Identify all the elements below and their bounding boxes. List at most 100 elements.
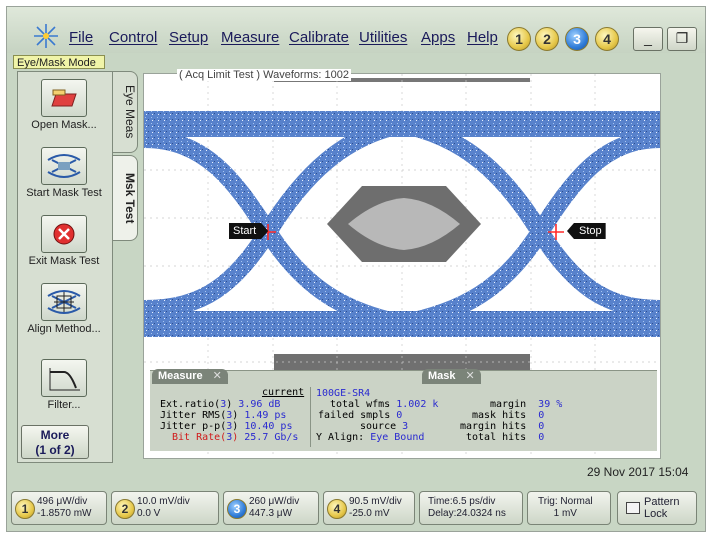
mask-row-total-hits: total hits 0 (466, 432, 544, 443)
mask-row-margin: margin 39 % (490, 399, 562, 410)
panel-divider (310, 387, 311, 447)
menu-file[interactable]: File (69, 29, 93, 46)
mask-eye-icon (41, 147, 87, 185)
meas-value: 1.49 ps (244, 410, 287, 421)
tab-mask-test[interactable]: Msk Test (113, 155, 138, 241)
trigger-settings[interactable]: Trig: Normal 1 mV (527, 491, 611, 525)
mask-name: 100GE-SR4 (316, 388, 371, 399)
mask-row-margin-hits: margin hits 0 (460, 421, 544, 432)
stop-marker[interactable]: Stop (567, 223, 606, 239)
meas-name: Jitter p-p( (160, 421, 227, 432)
meas-value: 3.96 dB (238, 399, 281, 410)
close-icon[interactable]: ✕ (213, 369, 222, 384)
meas-source: 3 (226, 421, 233, 432)
agilent-logo-icon (34, 24, 58, 48)
mask-value: 39 % (538, 399, 563, 410)
minimize-button[interactable]: _ (633, 27, 663, 51)
start-mask-test-button[interactable]: Start Mask Test (21, 147, 107, 199)
open-folder-icon (41, 79, 87, 117)
menu-apps[interactable]: Apps (421, 29, 455, 46)
exit-mask-test-button[interactable]: Exit Mask Test (21, 215, 107, 267)
display-title: ( Acq Limit Test ) Waveforms: 1002 (177, 69, 351, 81)
align-eye-icon (41, 283, 87, 321)
filter-response-icon (41, 359, 87, 397)
menu-setup[interactable]: Setup (169, 29, 208, 46)
meas-row-extratio[interactable]: Ext.ratio(3) 3.96 dB (160, 399, 280, 410)
ch4-offset: -25.0 mV (349, 508, 390, 519)
mask-label: total wfms (330, 399, 391, 410)
meas-row-jitter-rms[interactable]: Jitter RMS(3) 1.49 ps (160, 410, 286, 421)
channel-1-button[interactable]: 1 (507, 27, 531, 51)
mask-value: 0 (538, 432, 545, 443)
filter-button[interactable]: Filter... (21, 359, 107, 411)
close-icon[interactable]: ✕ (466, 369, 475, 384)
start-mask-test-label: Start Mask Test (26, 187, 102, 199)
meas-name: Bit Rate( (172, 432, 227, 443)
start-marker[interactable]: Start (229, 223, 269, 239)
mask-value: 1.002 k (396, 399, 439, 410)
meas-row-jitter-pp[interactable]: Jitter p-p(3) 10.40 ps (160, 421, 292, 432)
filter-label: Filter... (47, 399, 81, 411)
ch4-scale: 90.5 mV/div (349, 496, 402, 507)
channel-2-settings[interactable]: 2 10.0 mV/div 0.0 V (111, 491, 219, 525)
mask-label: Y Align: (316, 432, 365, 443)
mask-row-failed-smpls: failed smpls 0 (318, 410, 402, 421)
meas-name: Ext.ratio( (160, 399, 221, 410)
trig-level: 1 mV (553, 508, 577, 519)
tab-eye-meas[interactable]: Eye Meas (113, 71, 138, 153)
meas-source: 3 (226, 410, 233, 421)
mask-tab-label: Mask (428, 370, 456, 382)
exit-stop-icon (41, 215, 87, 253)
exit-mask-test-label: Exit Mask Test (28, 255, 100, 267)
mask-label: source (360, 421, 397, 432)
align-method-button[interactable]: Align Method... (21, 283, 107, 335)
timebase-settings[interactable]: Time:6.5 ps/div Delay:24.0324 ns (419, 491, 523, 525)
ch3-scale: 260 μW/div (249, 496, 300, 507)
mask-row-mask-hits: mask hits 0 (472, 410, 544, 421)
measure-panel: Measure ✕ Mask ✕ current Ext.ratio(3) 3.96… (150, 369, 657, 451)
open-mask-button[interactable]: Open Mask... (21, 79, 107, 131)
meas-name: Jitter RMS( (160, 410, 227, 421)
menu-utilities[interactable]: Utilities (359, 29, 407, 46)
measure-tab-label: Measure (158, 370, 203, 382)
lock-icon (626, 502, 640, 514)
channel-3-settings[interactable]: 3 260 μW/div 447.3 μW (223, 491, 319, 525)
mask-value: Eye Bound (370, 432, 425, 443)
menu-calibrate[interactable]: Calibrate (289, 29, 349, 46)
mask-label: failed smpls (318, 410, 391, 421)
channel-4-settings[interactable]: 4 90.5 mV/div -25.0 mV (323, 491, 415, 525)
meas-source: 3 (220, 399, 227, 410)
mask-row-y-align[interactable]: Y Align: Eye Bound (316, 432, 424, 443)
more-button[interactable]: More (1 of 2) (21, 425, 89, 459)
tab-measure[interactable]: Measure ✕ (152, 369, 228, 384)
channel-2-button[interactable]: 2 (535, 27, 559, 51)
datetime: 29 Nov 2017 15:04 (587, 465, 689, 479)
meas-source: 3 (226, 432, 233, 443)
ch1-scale: 496 μW/div (37, 496, 88, 507)
mask-label: margin hits (460, 421, 527, 432)
channel-3-button[interactable]: 3 (565, 27, 589, 51)
mask-row-source: source 3 (360, 421, 408, 432)
open-mask-label: Open Mask... (31, 119, 97, 131)
tab-mask[interactable]: Mask ✕ (422, 369, 481, 384)
time-delay: Delay:24.0324 ns (428, 508, 506, 519)
more-line1: More (40, 428, 70, 442)
mask-row-total-wfms: total wfms 1.002 k (330, 399, 438, 410)
time-scale: Time:6.5 ps/div (428, 496, 496, 507)
meas-row-bitrate[interactable]: Bit Rate(3) 25.7 Gb/s (172, 432, 298, 443)
pattern-lock-button[interactable]: Pattern Lock (617, 491, 697, 525)
channel-4-badge: 4 (327, 499, 347, 519)
channel-4-button[interactable]: 4 (595, 27, 619, 51)
meas-value: 10.40 ps (244, 421, 293, 432)
channel-1-badge: 1 (15, 499, 35, 519)
ch3-offset: 447.3 μW (249, 508, 293, 519)
menu-measure[interactable]: Measure (221, 29, 279, 46)
menu-control[interactable]: Control (109, 29, 157, 46)
ch2-scale: 10.0 mV/div (137, 496, 190, 507)
pattern-lock-line2: Lock (644, 508, 668, 520)
channel-1-settings[interactable]: 1 496 μW/div -1.8570 mW (11, 491, 107, 525)
trig-mode: Trig: Normal (538, 496, 593, 507)
restore-button[interactable]: ❐ (667, 27, 697, 51)
menubar: File Control Setup Measure Calibrate Uti… (7, 7, 705, 53)
menu-help[interactable]: Help (467, 29, 498, 46)
